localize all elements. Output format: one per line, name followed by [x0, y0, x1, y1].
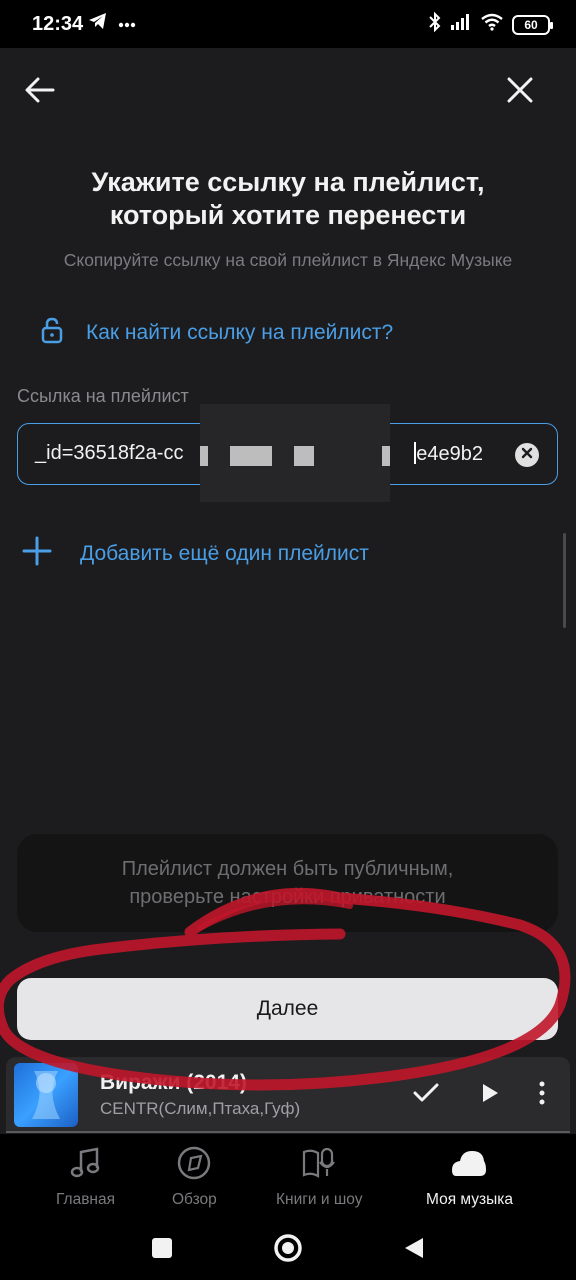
close-icon [507, 77, 533, 108]
compass-icon [176, 1146, 212, 1185]
bottom-tab-bar: Главная Обзор Книги и шоу Моя музыка [0, 1134, 576, 1220]
privacy-notice-line2: проверьте настройки приватности [129, 886, 446, 908]
book-mic-icon [301, 1146, 337, 1185]
playlist-link-label: Ссылка на плейлист [17, 386, 189, 406]
status-time: 12:34 [32, 13, 84, 35]
tab-books-shows[interactable]: Книги и шоу [276, 1146, 362, 1209]
status-right-icons: 60 [428, 11, 553, 37]
back-triangle-icon [403, 1236, 425, 1265]
redaction-overlay [200, 404, 390, 502]
play-icon [481, 1083, 499, 1108]
wifi-icon [480, 13, 504, 36]
recents-square-icon [151, 1237, 173, 1264]
music-note-icon [68, 1146, 104, 1185]
track-title: Виражи (2014) [100, 1071, 247, 1094]
system-navigation-bar [0, 1220, 576, 1280]
plus-icon [22, 536, 52, 571]
how-to-find-link[interactable]: Как найти ссылку на плейлист? [40, 316, 393, 349]
my-music-icon [450, 1146, 488, 1185]
clear-input-button[interactable] [515, 443, 539, 467]
page-title-line1: Укажите ссылку на плейлист, [91, 167, 485, 197]
playlist-link-input[interactable]: _id=36518f2a-cc e4e9b2 [17, 404, 558, 502]
back-button[interactable] [20, 72, 60, 112]
playlist-link-value-start: _id=36518f2a-cc [35, 442, 184, 464]
how-to-find-link-label: Как найти ссылку на плейлист? [86, 320, 394, 344]
page-title-line2: который хотите перенести [109, 200, 467, 230]
home-button[interactable] [268, 1230, 308, 1270]
more-dots-icon [118, 15, 136, 33]
check-icon [413, 1083, 439, 1108]
like-button[interactable] [406, 1075, 446, 1115]
tab-books-shows-label: Книги и шоу [276, 1191, 363, 1208]
playback-progress[interactable] [6, 1131, 570, 1133]
privacy-notice-line1: Плейлист должен быть публичным, [121, 858, 454, 880]
arrow-left-icon [25, 77, 55, 108]
playlist-link-value-end-text: e4e9b2 [416, 443, 483, 465]
clear-icon [521, 446, 533, 464]
album-cover [14, 1063, 78, 1127]
recents-button[interactable] [142, 1230, 182, 1270]
lock-icon [40, 316, 64, 349]
add-another-playlist-label: Добавить ещё один плейлист [80, 541, 369, 565]
redaction-block [382, 446, 390, 466]
bluetooth-icon [428, 11, 442, 37]
tab-browse[interactable]: Обзор [172, 1146, 217, 1209]
scrollbar[interactable] [563, 533, 566, 628]
close-button[interactable] [500, 72, 540, 112]
player-more-button[interactable] [522, 1075, 562, 1115]
privacy-notice: Плейлист должен быть публичным, проверьт… [17, 834, 558, 932]
track-artist: CENTR(Слим,Птаха,Гуф) [100, 1099, 301, 1118]
battery-indicator: 60 [512, 14, 553, 35]
play-button[interactable] [470, 1075, 510, 1115]
tab-browse-label: Обзор [172, 1191, 217, 1208]
system-back-button[interactable] [394, 1230, 434, 1270]
tab-my-music-label: Моя музыка [426, 1191, 513, 1208]
redaction-block [200, 446, 208, 466]
tab-home[interactable]: Главная [56, 1146, 115, 1209]
next-button[interactable]: Далее [17, 978, 558, 1040]
tab-my-music[interactable]: Моя музыка [426, 1146, 513, 1209]
redaction-block [230, 446, 272, 466]
home-circle-icon [273, 1233, 303, 1268]
page-subtitle: Скопируйте ссылку на свой плейлист в Янд… [63, 250, 513, 270]
add-another-playlist-button[interactable]: Добавить ещё один плейлист [22, 536, 369, 571]
tab-home-label: Главная [56, 1191, 115, 1208]
telegram-icon [88, 12, 108, 35]
signal-icon [450, 13, 472, 36]
mini-player[interactable]: Виражи (2014) CENTR(Слим,Птаха,Гуф) [6, 1057, 570, 1133]
status-left-icons [88, 12, 136, 35]
playlist-link-value-end: e4e9b2 [413, 442, 483, 466]
transfer-playlist-screen: Укажите ссылку на плейлист, который хоти… [0, 48, 576, 1134]
status-bar: 12:34 60 [0, 0, 576, 48]
redaction-block [294, 446, 314, 466]
more-vertical-icon [539, 1081, 545, 1110]
page-title: Укажите ссылку на плейлист, который хоти… [0, 166, 576, 232]
